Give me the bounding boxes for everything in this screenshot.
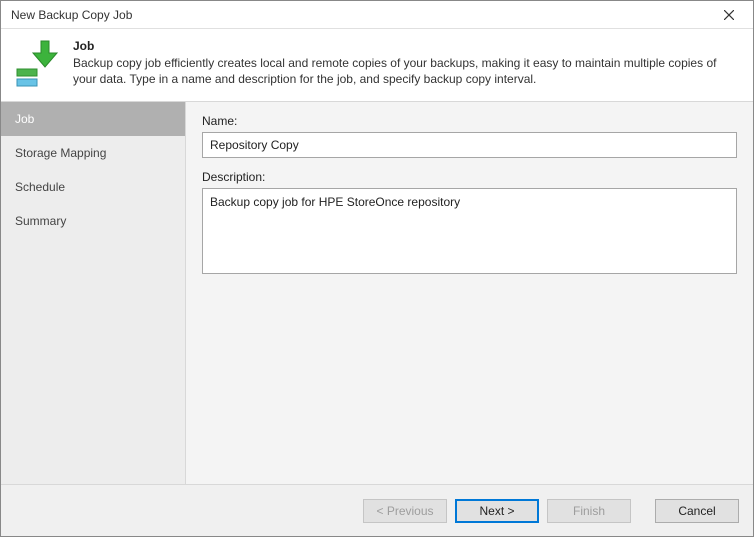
wizard-body: Job Storage Mapping Schedule Summary Nam… xyxy=(1,102,753,484)
finish-button: Finish xyxy=(547,499,631,523)
name-label: Name: xyxy=(202,114,737,128)
close-icon xyxy=(724,10,734,20)
sidebar-item-job[interactable]: Job xyxy=(1,102,185,136)
wizard-header: Job Backup copy job efficiently creates … xyxy=(1,29,753,102)
wizard-content: Name: Description: xyxy=(186,102,753,484)
description-input[interactable] xyxy=(202,188,737,274)
name-input[interactable] xyxy=(202,132,737,158)
sidebar-item-summary[interactable]: Summary xyxy=(1,204,185,238)
sidebar-item-label: Storage Mapping xyxy=(15,146,106,160)
sidebar-item-label: Summary xyxy=(15,214,66,228)
job-icon xyxy=(13,39,61,87)
header-text: Job Backup copy job efficiently creates … xyxy=(73,39,741,87)
titlebar: New Backup Copy Job xyxy=(1,1,753,29)
wizard-sidebar: Job Storage Mapping Schedule Summary xyxy=(1,102,186,484)
sidebar-item-label: Schedule xyxy=(15,180,65,194)
dialog-window: New Backup Copy Job Job Backup copy job … xyxy=(0,0,754,537)
cancel-button[interactable]: Cancel xyxy=(655,499,739,523)
wizard-footer: < Previous Next > Finish Cancel xyxy=(1,484,753,536)
header-title: Job xyxy=(73,39,741,53)
sidebar-item-label: Job xyxy=(15,112,34,126)
previous-button: < Previous xyxy=(363,499,447,523)
header-description: Backup copy job efficiently creates loca… xyxy=(73,55,741,87)
next-button[interactable]: Next > xyxy=(455,499,539,523)
window-title: New Backup Copy Job xyxy=(11,8,132,22)
close-button[interactable] xyxy=(713,1,745,29)
sidebar-item-storage-mapping[interactable]: Storage Mapping xyxy=(1,136,185,170)
sidebar-item-schedule[interactable]: Schedule xyxy=(1,170,185,204)
description-label: Description: xyxy=(202,170,737,184)
